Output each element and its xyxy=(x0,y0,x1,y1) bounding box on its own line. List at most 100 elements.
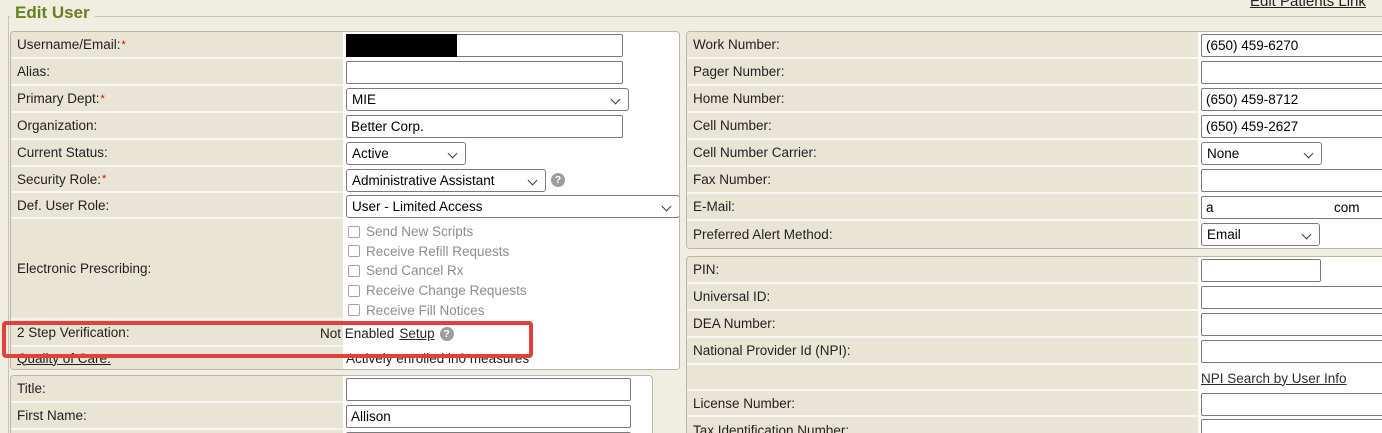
chevron-down-icon xyxy=(1304,149,1314,159)
license-number-label: License Number: xyxy=(693,396,795,411)
organization-label: Organization: xyxy=(17,118,97,133)
dea-number-input[interactable] xyxy=(1201,313,1382,336)
primary-dept-select[interactable]: MIE xyxy=(346,88,629,111)
eprescribe-option: Send New Scripts xyxy=(346,222,473,242)
help-icon[interactable]: ? xyxy=(551,173,565,187)
organization-input[interactable] xyxy=(346,115,623,138)
preferred-alert-value: Email xyxy=(1207,227,1241,242)
cell-carrier-value: None xyxy=(1207,146,1239,161)
row-two-step-verification: 2 Step Verification: Not Enabled Setup ? xyxy=(11,320,679,347)
row-quality-of-care: Quality of Care: Actively enrolled in0 m… xyxy=(11,347,679,369)
pager-number-input[interactable] xyxy=(1201,61,1382,84)
cell-number-label: Cell Number: xyxy=(693,118,772,133)
alias-input[interactable] xyxy=(346,61,623,84)
identifiers-table: PIN: Universal ID: DEA Number: National … xyxy=(686,256,1382,433)
first-name-label: First Name: xyxy=(17,408,87,423)
primary-dept-label: Primary Dept: xyxy=(17,91,100,106)
eprescribe-option: Receive Refill Requests xyxy=(346,242,509,262)
row-tax-id: Tax Identification Number: xyxy=(687,417,1382,433)
eprescribe-option-label: Send New Scripts xyxy=(366,224,473,239)
row-primary-dept: Primary Dept:* MIE xyxy=(11,86,679,113)
username-label: Username/Email: xyxy=(17,37,121,52)
chevron-down-icon xyxy=(662,201,672,211)
row-dea-number: DEA Number: xyxy=(687,311,1382,338)
row-preferred-alert-method: Preferred Alert Method: Email xyxy=(687,221,1382,248)
row-organization: Organization: xyxy=(11,113,679,140)
home-number-input[interactable] xyxy=(1201,88,1382,111)
row-pager-number: Pager Number: xyxy=(687,59,1382,86)
eprescribe-option-label: Receive Fill Notices xyxy=(366,303,485,318)
quality-of-care-value: Actively enrolled in0 measures xyxy=(346,351,529,366)
preferred-alert-label: Preferred Alert Method: xyxy=(693,227,833,242)
security-role-select[interactable]: Administrative Assistant xyxy=(346,169,546,192)
npi-search-link[interactable]: NPI Search by User Info xyxy=(1201,371,1347,386)
checkbox-unchecked[interactable] xyxy=(348,226,360,238)
chevron-down-icon xyxy=(528,175,538,185)
edit-patients-link[interactable]: Edit Patients Link xyxy=(1250,0,1366,10)
row-cell-number-carrier: Cell Number Carrier: None xyxy=(687,140,1382,167)
current-status-label: Current Status: xyxy=(17,145,108,160)
home-number-label: Home Number: xyxy=(693,91,785,106)
row-email: E-Mail: a com xyxy=(687,194,1382,221)
row-current-status: Current Status: Active xyxy=(11,140,679,167)
pager-number-label: Pager Number: xyxy=(693,64,785,79)
user-name-table: Title: First Name: xyxy=(10,375,653,433)
row-npi: National Provider Id (NPI): xyxy=(687,338,1382,365)
universal-id-input[interactable] xyxy=(1201,286,1382,309)
current-status-select[interactable]: Active xyxy=(346,142,466,165)
fax-number-label: Fax Number: xyxy=(693,172,771,187)
page-title: Edit User xyxy=(10,3,95,23)
required-asterisk: * xyxy=(122,39,126,51)
license-number-input[interactable] xyxy=(1201,393,1382,416)
npi-label: National Provider Id (NPI): xyxy=(693,343,851,358)
checkbox-unchecked[interactable] xyxy=(348,245,360,257)
row-license-number: License Number: xyxy=(687,391,1382,417)
row-security-role: Security Role:* Administrative Assistant… xyxy=(11,167,679,193)
required-asterisk: * xyxy=(101,93,105,105)
first-name-input[interactable] xyxy=(346,405,631,428)
fax-number-input[interactable] xyxy=(1201,169,1382,192)
row-cell-number: Cell Number: xyxy=(687,113,1382,140)
def-user-role-select[interactable]: User - Limited Access xyxy=(346,195,680,218)
two-step-status: Not Enabled xyxy=(320,326,394,341)
row-fax-number: Fax Number: xyxy=(687,167,1382,194)
npi-input[interactable] xyxy=(1201,340,1382,363)
security-role-label: Security Role: xyxy=(17,172,101,187)
row-alias: Alias: xyxy=(11,59,679,86)
def-user-role-value: User - Limited Access xyxy=(352,199,483,214)
preferred-alert-select[interactable]: Email xyxy=(1201,223,1320,246)
checkbox-unchecked[interactable] xyxy=(348,285,360,297)
two-step-setup-link[interactable]: Setup xyxy=(399,326,434,341)
def-user-role-label: Def. User Role: xyxy=(17,198,109,213)
fieldset-left-border xyxy=(8,16,9,433)
title-input[interactable] xyxy=(346,378,631,401)
row-def-user-role: Def. User Role: User - Limited Access xyxy=(11,193,679,219)
cell-carrier-select[interactable]: None xyxy=(1201,142,1322,165)
title-label: Title: xyxy=(17,381,46,396)
checkbox-unchecked[interactable] xyxy=(348,304,360,316)
row-work-number: Work Number: xyxy=(687,32,1382,59)
row-title: Title: xyxy=(11,376,652,403)
eprescribe-option-label: Receive Refill Requests xyxy=(366,244,509,259)
required-asterisk: * xyxy=(102,173,106,185)
eprescribe-option: Send Cancel Rx xyxy=(346,261,464,281)
redaction-box xyxy=(346,34,457,57)
quality-of-care-link[interactable]: Quality of Care: xyxy=(17,351,111,366)
help-icon[interactable]: ? xyxy=(440,327,454,341)
current-status-value: Active xyxy=(352,146,389,161)
tax-id-input[interactable] xyxy=(1201,419,1382,433)
fieldset-top-border xyxy=(8,16,1382,17)
electronic-prescribing-label: Electronic Prescribing: xyxy=(17,261,151,276)
user-identity-table: Username/Email:* Alias: Primary Dept:* M… xyxy=(10,31,680,370)
edit-user-page: Edit User Edit Patients Link Username/Em… xyxy=(0,0,1382,433)
row-npi-search: NPI Search by User Info xyxy=(687,365,1382,391)
eprescribe-option: Receive Fill Notices xyxy=(346,300,485,320)
cell-number-input[interactable] xyxy=(1201,115,1382,138)
email-input[interactable] xyxy=(1201,196,1382,219)
primary-dept-value: MIE xyxy=(352,92,376,107)
work-number-input[interactable] xyxy=(1201,34,1382,57)
row-pin: PIN: xyxy=(687,257,1382,284)
pin-input[interactable] xyxy=(1201,259,1321,282)
eprescribe-option-label: Receive Change Requests xyxy=(366,283,527,298)
checkbox-unchecked[interactable] xyxy=(348,265,360,277)
